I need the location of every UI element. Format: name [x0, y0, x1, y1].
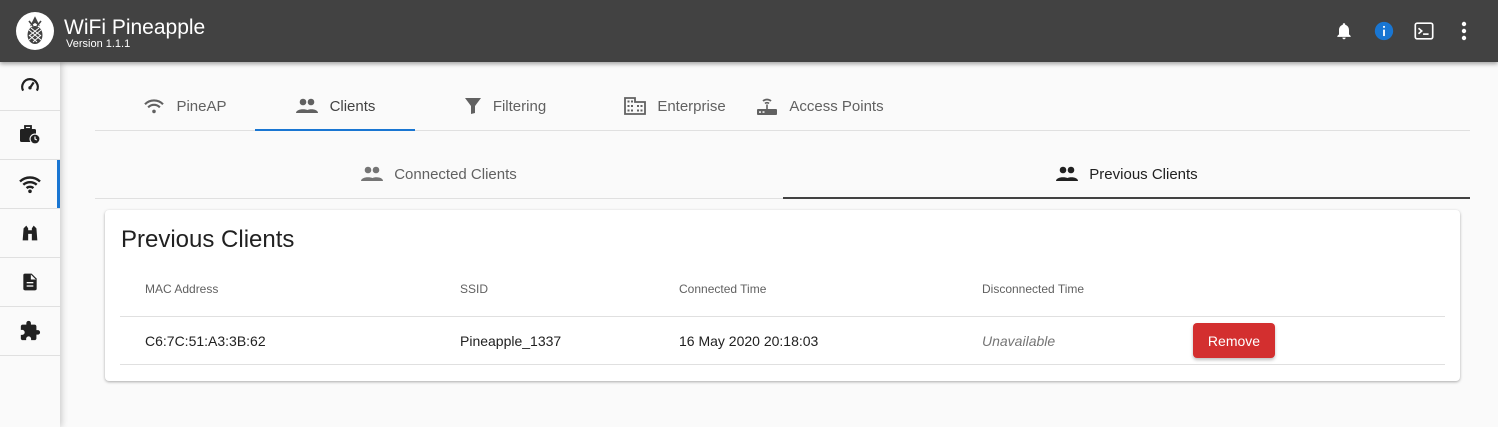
- column-header-disconnected-time: Disconnected Time: [982, 282, 1085, 296]
- wifi-icon: [19, 176, 41, 194]
- more-vert-icon[interactable]: [1452, 19, 1476, 43]
- tab-pineap[interactable]: PineAP: [115, 82, 255, 130]
- cell-mac: C6:7C:51:A3:3B:62: [145, 333, 266, 349]
- column-header-connected-time: Connected Time: [679, 282, 767, 296]
- cell-disconnected-time: Unavailable: [982, 333, 1056, 349]
- tab-previous-clients[interactable]: Previous Clients: [783, 150, 1470, 199]
- cell-ssid: Pineapple_1337: [460, 333, 562, 349]
- column-header-ssid: SSID: [460, 282, 489, 296]
- binoculars-icon: [22, 225, 38, 241]
- sidebar-item-logging[interactable]: [0, 258, 60, 307]
- top-app-bar: WiFi Pineapple Version 1.1.1: [0, 0, 1498, 62]
- people-icon: [360, 166, 384, 182]
- table-divider: [120, 364, 1445, 365]
- sidebar-item-dashboard[interactable]: [0, 62, 60, 111]
- table-divider: [120, 316, 1445, 317]
- info-icon[interactable]: [1372, 19, 1396, 43]
- tab-access-points-label: Access Points: [789, 97, 884, 115]
- main-tabs: PineAP Clients Filtering Enterprise Acce…: [95, 82, 1470, 131]
- sidebar-item-recon[interactable]: [0, 209, 60, 258]
- wifi-icon: [143, 97, 165, 115]
- sidebar-item-campaigns[interactable]: [0, 111, 60, 160]
- building-icon: [624, 97, 647, 115]
- remove-button[interactable]: Remove: [1193, 323, 1275, 358]
- terminal-icon[interactable]: [1412, 19, 1436, 43]
- people-icon: [1055, 166, 1079, 182]
- tab-filtering[interactable]: Filtering: [430, 82, 580, 130]
- app-version: Version 1.1.1: [66, 38, 131, 50]
- sidebar-item-pineap[interactable]: [0, 160, 60, 209]
- puzzle-icon: [20, 320, 41, 341]
- tab-clients-label: Clients: [329, 97, 376, 115]
- tab-previous-clients-label: Previous Clients: [1089, 165, 1198, 183]
- filter-icon: [464, 97, 482, 115]
- bell-icon[interactable]: [1332, 19, 1356, 43]
- previous-clients-card: Previous Clients MAC Address SSID Connec…: [105, 210, 1460, 381]
- tab-filtering-label: Filtering: [492, 97, 547, 115]
- app-title: WiFi Pineapple: [64, 16, 206, 39]
- tab-access-points[interactable]: Access Points: [755, 82, 885, 130]
- speedometer-icon: [21, 78, 39, 92]
- tab-enterprise-label: Enterprise: [657, 97, 726, 115]
- tab-enterprise[interactable]: Enterprise: [595, 82, 755, 130]
- tab-clients[interactable]: Clients: [255, 82, 415, 131]
- tab-pineap-label: PineAP: [176, 97, 227, 115]
- people-icon: [295, 98, 319, 114]
- file-document-icon: [23, 273, 37, 291]
- cell-connected-time: 16 May 2020 20:18:03: [679, 333, 819, 349]
- sub-tabs: Connected Clients Previous Clients: [95, 150, 1470, 199]
- pineapple-logo-icon: [16, 12, 54, 50]
- card-title: Previous Clients: [121, 226, 295, 253]
- column-header-mac: MAC Address: [145, 282, 219, 296]
- router-icon: [756, 96, 778, 116]
- sidebar: [0, 62, 60, 427]
- sidebar-item-modules[interactable]: [0, 307, 60, 356]
- tab-connected-clients-label: Connected Clients: [394, 165, 517, 183]
- tab-connected-clients[interactable]: Connected Clients: [95, 150, 782, 198]
- briefcase-clock-icon: [20, 125, 41, 145]
